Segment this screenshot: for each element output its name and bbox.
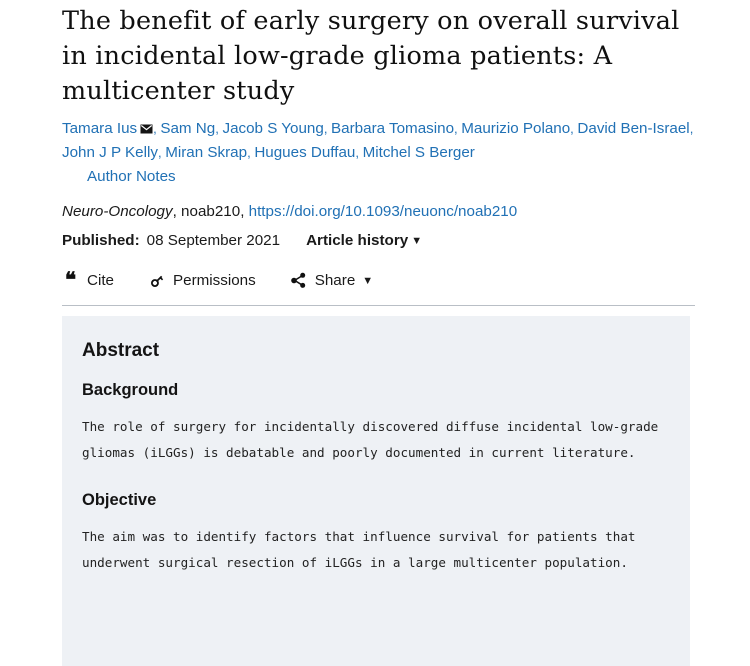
article-history-toggle[interactable]: Article history ▼ <box>306 230 422 252</box>
abstract-section-body-objective: The aim was to identify factors that inf… <box>82 529 636 570</box>
cite-button[interactable]: ❝ Cite <box>62 267 115 292</box>
author-separator: , <box>355 145 363 160</box>
doi-link[interactable]: https://doi.org/10.1093/neuonc/noab210 <box>249 203 518 220</box>
share-button[interactable]: Share ▼ <box>290 272 373 289</box>
quote-icon: ❝ <box>62 267 79 292</box>
share-chevron-down-icon: ▼ <box>362 274 374 287</box>
author-notes-link[interactable]: Author Notes <box>87 168 176 185</box>
author-link[interactable]: Sam Ng <box>160 120 215 137</box>
article-id: noab210 <box>181 203 241 220</box>
author-list: Tamara Ius, Sam Ng, Jacob S Young, Barba… <box>0 109 750 165</box>
article-history-label: Article history <box>306 232 409 249</box>
abstract-panel: Abstract Background The role of surgery … <box>62 316 690 666</box>
journal-name: Neuro-Oncology <box>62 203 173 220</box>
published-label: Published: <box>62 232 140 249</box>
author-link[interactable]: Barbara Tomasino <box>331 120 454 137</box>
quote-glyph: ❝ <box>64 267 77 292</box>
permissions-label: Permissions <box>173 271 256 289</box>
key-icon <box>148 272 165 289</box>
author-link[interactable]: David Ben-Israel <box>577 120 689 137</box>
envelope-icon[interactable] <box>140 124 153 134</box>
author-link[interactable]: John J P Kelly <box>62 144 158 161</box>
author-link[interactable]: Jacob S Young <box>222 120 323 137</box>
article-actions-toolbar: ❝ Cite Permissions Share ▼ <box>0 252 750 292</box>
share-icon <box>290 272 307 289</box>
abstract-heading: Abstract <box>82 340 160 361</box>
share-label: Share <box>314 271 356 289</box>
author-link[interactable]: Maurizio Polano <box>461 120 570 137</box>
author-separator: , <box>323 121 332 136</box>
section-divider <box>62 305 695 306</box>
abstract-section-body-background: The role of surgery for incidentally dis… <box>82 419 659 460</box>
permissions-button[interactable]: Permissions <box>148 272 256 289</box>
author-link[interactable]: Mitchel S Berger <box>363 144 475 161</box>
cite-label: Cite <box>87 271 115 289</box>
author-link[interactable]: Tamara Ius <box>62 120 137 137</box>
published-date: 08 September 2021 <box>146 232 281 249</box>
author-link[interactable]: Hugues Duffau <box>254 144 355 161</box>
chevron-down-icon: ▼ <box>411 235 423 247</box>
abstract-section-heading-background: Background <box>82 381 179 399</box>
author-separator: , <box>689 121 694 136</box>
author-link[interactable]: Miran Skrap <box>165 144 247 161</box>
article-landing-page: The benefit of early surgery on overall … <box>0 0 750 666</box>
author-notes-row: Author Notes <box>0 165 750 189</box>
published-line: Published: 08 September 2021 Article his… <box>0 223 750 252</box>
page-title: The benefit of early surgery on overall … <box>62 6 680 106</box>
citation-comma-2: , <box>240 203 249 220</box>
abstract-section-heading-objective: Objective <box>82 491 157 509</box>
citation-comma-1: , <box>172 203 182 220</box>
citation-line: Neuro-Oncology, noab210, https://doi.org… <box>0 189 750 223</box>
